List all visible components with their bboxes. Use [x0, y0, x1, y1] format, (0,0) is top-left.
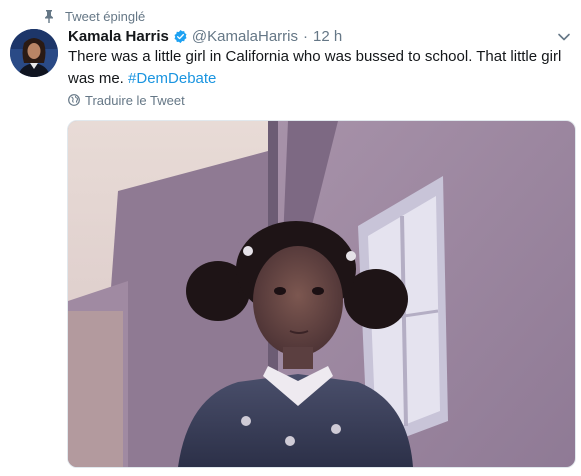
display-name[interactable]: Kamala Harris — [68, 28, 169, 45]
pinned-label: Tweet épinglé — [65, 8, 146, 24]
user-handle[interactable]: @KamalaHarris — [192, 28, 298, 45]
separator-dot: · — [303, 27, 308, 45]
hashtag-link[interactable]: #DemDebate — [128, 70, 216, 87]
avatar[interactable] — [10, 29, 58, 77]
translate-label: Traduire le Tweet — [85, 92, 185, 108]
globe-icon — [68, 94, 80, 106]
verified-badge-icon — [174, 29, 187, 43]
translate-tweet-button[interactable]: Traduire le Tweet — [68, 92, 185, 108]
tweet-text: There was a little girl in California wh… — [68, 46, 568, 90]
tweet-timestamp[interactable]: 12 h — [313, 28, 342, 45]
tweet-photo[interactable] — [67, 120, 576, 468]
chevron-down-icon[interactable] — [557, 30, 571, 44]
tweet-header: Kamala Harris @KamalaHarris · 12 h — [68, 26, 342, 46]
tweet-card[interactable]: Tweet épinglé Kamala Harris @KamalaHarri… — [0, 0, 581, 476]
pinned-indicator: Tweet épinglé — [42, 7, 145, 25]
pin-icon — [45, 10, 53, 23]
